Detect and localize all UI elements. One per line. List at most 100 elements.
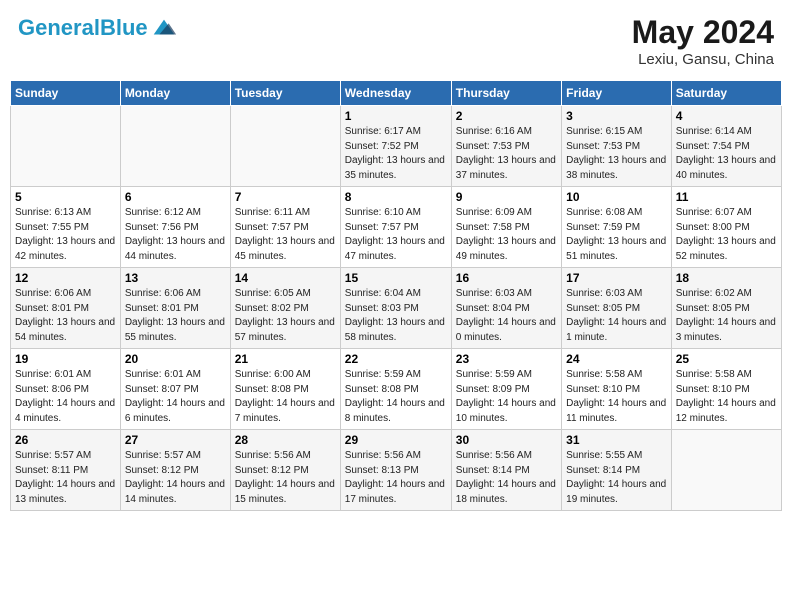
calendar-cell: 19 Sunrise: 6:01 AMSunset: 8:06 PMDaylig… xyxy=(11,349,121,430)
day-of-week-header: Thursday xyxy=(451,81,561,106)
day-number: 9 xyxy=(456,190,557,204)
day-of-week-header: Monday xyxy=(120,81,230,106)
day-info: Sunrise: 6:00 AMSunset: 8:08 PMDaylight:… xyxy=(235,368,336,426)
calendar-cell: 27 Sunrise: 5:57 AMSunset: 8:12 PMDaylig… xyxy=(120,430,230,511)
calendar-cell: 3 Sunrise: 6:15 AMSunset: 7:53 PMDayligh… xyxy=(562,106,672,187)
calendar-table: SundayMondayTuesdayWednesdayThursdayFrid… xyxy=(10,80,782,511)
calendar-cell: 20 Sunrise: 6:01 AMSunset: 8:07 PMDaylig… xyxy=(120,349,230,430)
day-number: 18 xyxy=(676,271,777,285)
day-number: 5 xyxy=(15,190,116,204)
day-info: Sunrise: 6:05 AMSunset: 8:02 PMDaylight:… xyxy=(235,287,336,345)
day-number: 28 xyxy=(235,433,336,447)
calendar-cell: 8 Sunrise: 6:10 AMSunset: 7:57 PMDayligh… xyxy=(340,187,451,268)
calendar-week-row: 19 Sunrise: 6:01 AMSunset: 8:06 PMDaylig… xyxy=(11,349,782,430)
calendar-cell xyxy=(11,106,121,187)
calendar-cell: 4 Sunrise: 6:14 AMSunset: 7:54 PMDayligh… xyxy=(671,106,781,187)
page-header: GeneralBlue May 2024 Lexiu, Gansu, China xyxy=(10,10,782,72)
day-info: Sunrise: 6:10 AMSunset: 7:57 PMDaylight:… xyxy=(345,206,447,264)
calendar-cell: 9 Sunrise: 6:09 AMSunset: 7:58 PMDayligh… xyxy=(451,187,561,268)
day-number: 15 xyxy=(345,271,447,285)
day-info: Sunrise: 6:06 AMSunset: 8:01 PMDaylight:… xyxy=(15,287,116,345)
day-number: 25 xyxy=(676,352,777,366)
calendar-cell: 11 Sunrise: 6:07 AMSunset: 8:00 PMDaylig… xyxy=(671,187,781,268)
calendar-cell xyxy=(671,430,781,511)
logo-icon xyxy=(150,14,178,42)
day-number: 21 xyxy=(235,352,336,366)
day-number: 14 xyxy=(235,271,336,285)
day-number: 10 xyxy=(566,190,667,204)
calendar-body: 1 Sunrise: 6:17 AMSunset: 7:52 PMDayligh… xyxy=(11,106,782,511)
day-number: 29 xyxy=(345,433,447,447)
day-info: Sunrise: 6:02 AMSunset: 8:05 PMDaylight:… xyxy=(676,287,777,345)
calendar-header-row: SundayMondayTuesdayWednesdayThursdayFrid… xyxy=(11,81,782,106)
day-number: 30 xyxy=(456,433,557,447)
calendar-cell: 26 Sunrise: 5:57 AMSunset: 8:11 PMDaylig… xyxy=(11,430,121,511)
day-of-week-header: Saturday xyxy=(671,81,781,106)
day-info: Sunrise: 6:16 AMSunset: 7:53 PMDaylight:… xyxy=(456,125,557,183)
day-info: Sunrise: 6:06 AMSunset: 8:01 PMDaylight:… xyxy=(125,287,226,345)
day-number: 12 xyxy=(15,271,116,285)
calendar-cell: 1 Sunrise: 6:17 AMSunset: 7:52 PMDayligh… xyxy=(340,106,451,187)
month-year-title: May 2024 xyxy=(632,14,774,51)
day-info: Sunrise: 5:58 AMSunset: 8:10 PMDaylight:… xyxy=(676,368,777,426)
day-of-week-header: Friday xyxy=(562,81,672,106)
calendar-cell: 13 Sunrise: 6:06 AMSunset: 8:01 PMDaylig… xyxy=(120,268,230,349)
calendar-cell xyxy=(120,106,230,187)
day-number: 31 xyxy=(566,433,667,447)
day-number: 1 xyxy=(345,109,447,123)
day-number: 4 xyxy=(676,109,777,123)
day-info: Sunrise: 6:03 AMSunset: 8:05 PMDaylight:… xyxy=(566,287,667,345)
day-info: Sunrise: 6:14 AMSunset: 7:54 PMDaylight:… xyxy=(676,125,777,183)
day-number: 6 xyxy=(125,190,226,204)
day-of-week-header: Tuesday xyxy=(230,81,340,106)
day-info: Sunrise: 5:59 AMSunset: 8:09 PMDaylight:… xyxy=(456,368,557,426)
day-number: 26 xyxy=(15,433,116,447)
calendar-cell: 6 Sunrise: 6:12 AMSunset: 7:56 PMDayligh… xyxy=(120,187,230,268)
day-of-week-header: Sunday xyxy=(11,81,121,106)
day-of-week-header: Wednesday xyxy=(340,81,451,106)
logo: GeneralBlue xyxy=(18,14,178,42)
logo-blue: Blue xyxy=(100,15,148,40)
day-info: Sunrise: 6:04 AMSunset: 8:03 PMDaylight:… xyxy=(345,287,447,345)
day-info: Sunrise: 6:09 AMSunset: 7:58 PMDaylight:… xyxy=(456,206,557,264)
calendar-cell: 30 Sunrise: 5:56 AMSunset: 8:14 PMDaylig… xyxy=(451,430,561,511)
calendar-cell: 2 Sunrise: 6:16 AMSunset: 7:53 PMDayligh… xyxy=(451,106,561,187)
calendar-cell: 22 Sunrise: 5:59 AMSunset: 8:08 PMDaylig… xyxy=(340,349,451,430)
day-info: Sunrise: 6:01 AMSunset: 8:07 PMDaylight:… xyxy=(125,368,226,426)
calendar-cell: 14 Sunrise: 6:05 AMSunset: 8:02 PMDaylig… xyxy=(230,268,340,349)
logo-text: GeneralBlue xyxy=(18,17,148,39)
day-info: Sunrise: 6:01 AMSunset: 8:06 PMDaylight:… xyxy=(15,368,116,426)
logo-general: General xyxy=(18,15,100,40)
calendar-week-row: 12 Sunrise: 6:06 AMSunset: 8:01 PMDaylig… xyxy=(11,268,782,349)
day-number: 2 xyxy=(456,109,557,123)
calendar-cell: 24 Sunrise: 5:58 AMSunset: 8:10 PMDaylig… xyxy=(562,349,672,430)
calendar-cell: 23 Sunrise: 5:59 AMSunset: 8:09 PMDaylig… xyxy=(451,349,561,430)
day-number: 17 xyxy=(566,271,667,285)
day-info: Sunrise: 6:08 AMSunset: 7:59 PMDaylight:… xyxy=(566,206,667,264)
calendar-week-row: 26 Sunrise: 5:57 AMSunset: 8:11 PMDaylig… xyxy=(11,430,782,511)
day-info: Sunrise: 6:13 AMSunset: 7:55 PMDaylight:… xyxy=(15,206,116,264)
day-number: 11 xyxy=(676,190,777,204)
calendar-cell: 29 Sunrise: 5:56 AMSunset: 8:13 PMDaylig… xyxy=(340,430,451,511)
calendar-cell: 25 Sunrise: 5:58 AMSunset: 8:10 PMDaylig… xyxy=(671,349,781,430)
calendar-cell: 10 Sunrise: 6:08 AMSunset: 7:59 PMDaylig… xyxy=(562,187,672,268)
title-block: May 2024 Lexiu, Gansu, China xyxy=(632,14,774,68)
day-number: 20 xyxy=(125,352,226,366)
calendar-cell: 12 Sunrise: 6:06 AMSunset: 8:01 PMDaylig… xyxy=(11,268,121,349)
calendar-cell: 7 Sunrise: 6:11 AMSunset: 7:57 PMDayligh… xyxy=(230,187,340,268)
day-number: 24 xyxy=(566,352,667,366)
calendar-week-row: 1 Sunrise: 6:17 AMSunset: 7:52 PMDayligh… xyxy=(11,106,782,187)
location-subtitle: Lexiu, Gansu, China xyxy=(632,51,774,68)
day-info: Sunrise: 6:11 AMSunset: 7:57 PMDaylight:… xyxy=(235,206,336,264)
calendar-cell xyxy=(230,106,340,187)
day-number: 16 xyxy=(456,271,557,285)
calendar-cell: 21 Sunrise: 6:00 AMSunset: 8:08 PMDaylig… xyxy=(230,349,340,430)
day-info: Sunrise: 5:56 AMSunset: 8:12 PMDaylight:… xyxy=(235,449,336,507)
day-number: 3 xyxy=(566,109,667,123)
day-number: 13 xyxy=(125,271,226,285)
calendar-cell: 5 Sunrise: 6:13 AMSunset: 7:55 PMDayligh… xyxy=(11,187,121,268)
day-number: 23 xyxy=(456,352,557,366)
day-info: Sunrise: 5:55 AMSunset: 8:14 PMDaylight:… xyxy=(566,449,667,507)
calendar-cell: 31 Sunrise: 5:55 AMSunset: 8:14 PMDaylig… xyxy=(562,430,672,511)
day-info: Sunrise: 6:03 AMSunset: 8:04 PMDaylight:… xyxy=(456,287,557,345)
